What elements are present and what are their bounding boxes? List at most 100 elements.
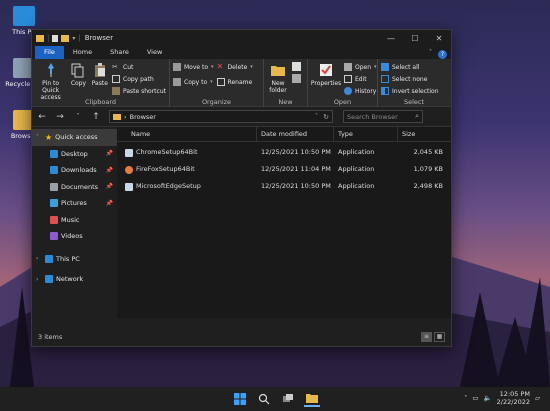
sidebar-item-label: Desktop xyxy=(61,149,88,158)
notification-icon[interactable]: ▱ xyxy=(535,394,540,402)
sidebar-item-documents[interactable]: Documents 📌 xyxy=(32,179,117,196)
tab-home[interactable]: Home xyxy=(64,46,101,59)
search-button[interactable] xyxy=(256,391,272,407)
volume-icon[interactable]: 🔈 xyxy=(484,394,492,402)
expanded-arrow-icon[interactable]: ˅ xyxy=(36,134,42,141)
history-button[interactable]: History xyxy=(344,86,377,96)
customize-quick-access-icon[interactable]: ▾ xyxy=(72,35,75,42)
clock[interactable]: 12:05 PM 2/22/2022 xyxy=(497,390,530,406)
new-folder-icon[interactable] xyxy=(61,34,70,42)
history-icon xyxy=(344,87,352,95)
sidebar-item-network[interactable]: › Network xyxy=(32,271,117,288)
minimize-button[interactable]: — xyxy=(379,30,403,46)
address-field[interactable]: › Browser ˅ ↻ xyxy=(109,110,333,123)
show-hidden-icons-icon[interactable]: ˄ xyxy=(464,394,467,402)
new-item-icon[interactable] xyxy=(292,62,301,71)
file-name: FireFoxSetup64Bit xyxy=(136,165,195,173)
breadcrumb-browser[interactable]: Browser xyxy=(130,113,156,121)
navigation-pane: ˅ ★ Quick access Desktop 📌 Downloads 📌 D… xyxy=(32,127,117,318)
open-group-label: Open xyxy=(333,98,352,106)
clock-time: 12:05 PM xyxy=(499,390,530,398)
sidebar-item-label: Quick access xyxy=(55,133,98,142)
document-icon xyxy=(50,182,58,191)
organize-group-label: Organize xyxy=(201,98,232,106)
copy-icon xyxy=(70,62,86,78)
properties-icon[interactable] xyxy=(52,34,59,42)
edit-label: Edit xyxy=(355,75,367,83)
column-header-date[interactable]: Date modified xyxy=(257,126,334,142)
start-button[interactable] xyxy=(232,391,248,407)
move-to-button[interactable]: Move to ▾ xyxy=(173,62,214,72)
delete-button[interactable]: ✕ Delete ▾ xyxy=(217,62,253,72)
tab-view[interactable]: View xyxy=(138,46,171,59)
search-input[interactable]: Search Browser ⌕ xyxy=(343,110,423,123)
open-group: Properties Open ▾ Edit History Open xyxy=(308,59,378,107)
invert-selection-button[interactable]: Invert selection xyxy=(381,86,439,96)
desktop-icon xyxy=(50,149,58,158)
sidebar-item-this-pc[interactable]: › This PC xyxy=(32,251,117,268)
collapse-ribbon-icon[interactable]: ˅ xyxy=(429,46,432,59)
file-date: 12/25/2021 10:50 PM xyxy=(261,182,331,190)
task-view-button[interactable] xyxy=(280,391,296,407)
sidebar-item-downloads[interactable]: Downloads 📌 xyxy=(32,162,117,179)
rename-icon xyxy=(216,78,225,86)
select-none-button[interactable]: Select none xyxy=(381,74,439,84)
up-arrow-icon[interactable]: ↑ xyxy=(91,112,101,122)
cut-button[interactable]: ✂ Cut xyxy=(112,62,166,72)
file-size: 2,498 KB xyxy=(413,182,443,190)
maximize-button[interactable]: ☐ xyxy=(403,30,427,46)
select-all-button[interactable]: Select all xyxy=(381,62,439,72)
application-icon xyxy=(125,182,133,191)
select-none-icon xyxy=(381,75,389,83)
table-row[interactable]: MicrosoftEdgeSetup 12/25/2021 10:50 PM A… xyxy=(117,178,451,195)
help-icon[interactable]: ? xyxy=(438,50,447,59)
open-button[interactable]: Open ▾ xyxy=(344,62,377,72)
rename-button[interactable]: Rename xyxy=(216,77,253,87)
sidebar-item-label: Music xyxy=(61,215,80,224)
forward-arrow-icon[interactable]: → xyxy=(55,112,65,122)
tab-file[interactable]: File xyxy=(35,46,64,59)
back-arrow-icon[interactable]: ← xyxy=(37,112,47,122)
select-group-label: Select xyxy=(403,98,425,106)
collapsed-arrow-icon[interactable]: › xyxy=(36,276,42,283)
select-group: Select all Select none Invert selection … xyxy=(378,59,450,107)
column-header-size[interactable]: Size xyxy=(398,127,449,142)
paste-shortcut-button[interactable]: Paste shortcut xyxy=(112,86,166,96)
details-view-icon[interactable]: ≡ xyxy=(421,332,432,342)
refresh-icon[interactable]: ↻ xyxy=(323,113,329,121)
system-tray: ˄ ▭ 🔈 12:05 PM 2/22/2022 ▱ xyxy=(464,390,540,406)
edit-button[interactable]: Edit xyxy=(344,74,377,84)
column-header-type[interactable]: Type xyxy=(334,126,398,142)
large-icons-view-icon[interactable]: ▦ xyxy=(434,332,445,342)
copy-to-button[interactable]: Copy to ▾ xyxy=(173,77,214,87)
clipboard-group: Pin to Quick access Copy Paste ✂ Cut Copy… xyxy=(32,59,170,107)
table-row[interactable]: ChromeSetup64Bit 12/25/2021 10:50 PM App… xyxy=(117,144,451,161)
application-icon xyxy=(125,148,133,157)
file-explorer-taskbar-button[interactable] xyxy=(304,391,320,407)
recent-locations-icon[interactable]: ˅ xyxy=(73,113,83,120)
sidebar-item-label: Documents xyxy=(61,182,99,191)
easy-access-icon[interactable] xyxy=(292,74,301,83)
close-button[interactable]: ✕ xyxy=(427,30,451,46)
tab-share[interactable]: Share xyxy=(101,46,138,59)
picture-icon xyxy=(50,199,58,208)
organize-group: Move to ▾ Copy to ▾ ✕ Delete ▾ Rename Organi… xyxy=(170,59,264,107)
sidebar-item-music[interactable]: Music xyxy=(32,212,117,229)
table-row[interactable]: FireFoxSetup64Bit 12/25/2021 11:04 PM Ap… xyxy=(117,161,451,178)
rename-label: Rename xyxy=(227,78,253,86)
network-icon[interactable]: ▭ xyxy=(472,394,478,402)
computer-icon xyxy=(13,6,35,26)
collapsed-arrow-icon[interactable]: › xyxy=(36,255,42,262)
copy-path-button[interactable]: Copy path xyxy=(112,74,166,84)
address-dropdown-icon[interactable]: ˅ xyxy=(315,113,318,120)
delete-label: Delete xyxy=(227,63,248,71)
invert-selection-icon xyxy=(381,87,389,95)
copy-label: Copy xyxy=(70,80,87,87)
sidebar-item-desktop[interactable]: Desktop 📌 xyxy=(32,146,117,163)
column-header-name[interactable]: Name xyxy=(117,126,257,142)
sidebar-item-pictures[interactable]: Pictures 📌 xyxy=(32,195,117,212)
sidebar-item-quick-access[interactable]: ˅ ★ Quick access xyxy=(32,129,117,146)
file-date: 12/25/2021 11:04 PM xyxy=(261,165,331,173)
sidebar-item-label: This PC xyxy=(56,254,80,263)
sidebar-item-videos[interactable]: Videos xyxy=(32,228,117,245)
